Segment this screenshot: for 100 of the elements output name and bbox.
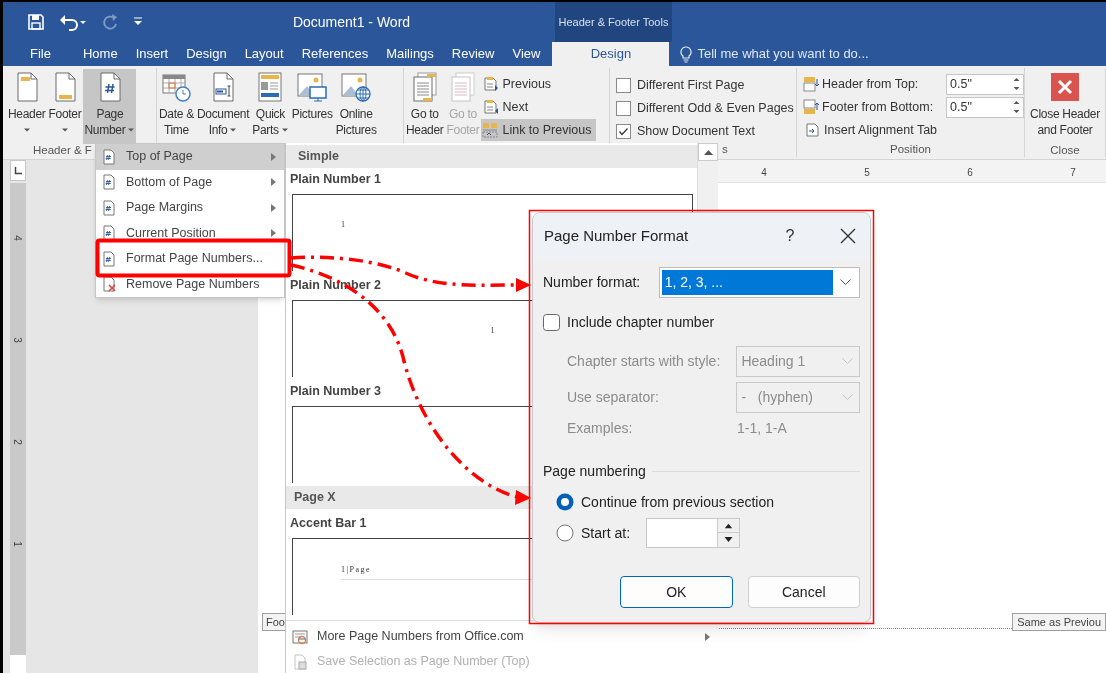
calendar-clock-icon (160, 71, 193, 103)
ribbon-tab[interactable]: Mailings (377, 42, 443, 66)
field-label: Examples: (567, 418, 634, 438)
ribbon-button[interactable]: Page Number (83, 69, 137, 144)
checkbox[interactable] (616, 123, 631, 139)
ruler-number: 4 (760, 166, 768, 180)
spin-field[interactable] (646, 518, 740, 548)
page-number-icon (101, 276, 117, 293)
dialog-button[interactable]: Cancel (747, 576, 860, 608)
picture-globe-icon (340, 71, 373, 103)
checkbox[interactable] (616, 77, 631, 93)
link-tag: Same as Previou (1012, 612, 1106, 631)
context-title: Header & Footer Tools (555, 2, 672, 42)
ribbon-tab[interactable]: Review (442, 42, 504, 66)
ribbon-tab[interactable]: Home (73, 42, 127, 66)
checkbox-label: Different First Page (637, 76, 745, 94)
ruler-number: 2 (11, 439, 24, 445)
menu-item[interactable]: Top of Page (96, 144, 284, 170)
tab-stop-icon (14, 166, 22, 175)
ribbon-button[interactable]: Next (481, 96, 597, 118)
checkbox-label: Show Document Text (637, 122, 755, 140)
link-icon (482, 122, 499, 138)
preview-label[interactable]: Accent Bar 1 (290, 514, 367, 533)
ribbon-tab[interactable]: Insert (126, 42, 178, 66)
spin-field[interactable]: 0.5" (946, 73, 1024, 95)
menu-item[interactable]: Remove Page Numbers (96, 271, 284, 297)
ribbon-tab[interactable]: Design (177, 42, 236, 66)
field-label: Header from Top: (822, 75, 920, 93)
group-label: s (722, 142, 728, 158)
ribbon-tab[interactable]: File (21, 42, 60, 66)
spin-up-icon[interactable] (718, 519, 739, 533)
ribbon-button[interactable]: Quick Parts (251, 69, 290, 144)
help-button[interactable]: ? (780, 224, 800, 248)
ribbon-button[interactable]: Link to Previous (481, 119, 597, 141)
close-x-icon (1049, 71, 1081, 103)
search-field[interactable]: Tell me what you want to do... (697, 42, 948, 66)
ruler-number: 7 (1069, 166, 1077, 180)
ribbon-tab[interactable]: References (292, 42, 378, 66)
ribbon-button[interactable]: Footer (47, 69, 83, 144)
radio-label: Continue from previous section (581, 492, 774, 512)
menu-item[interactable]: Format Page Numbers... (96, 246, 284, 272)
field-label: Number format: (543, 273, 642, 292)
section-heading: Page X (294, 489, 336, 507)
close-icon[interactable] (840, 228, 856, 244)
menu-item[interactable]: Current Position (96, 220, 284, 246)
page-number-icon (101, 148, 117, 165)
dropdown-field[interactable]: 1, 2, 3, ... (658, 267, 860, 298)
dialog-title: Page Number Format (544, 225, 690, 246)
menu-item[interactable]: Bottom of Page (96, 169, 284, 195)
group-label: Close (1050, 143, 1080, 159)
checkbox-label: Different Odd & Even Pages (637, 99, 794, 117)
menu-item[interactable]: Page Margins (96, 195, 284, 221)
menu-item[interactable]: More Page Numbers from Office.com (286, 624, 718, 649)
group-label: Position (890, 142, 931, 158)
spin-field[interactable]: 0.5" (946, 96, 1024, 118)
ribbon-button[interactable]: Pictures (290, 69, 334, 144)
scroll-up-icon[interactable] (703, 149, 713, 155)
lightbulb-icon (678, 45, 695, 63)
ruler-number: 4 (11, 235, 24, 241)
ruler-segment (10, 655, 26, 673)
preview-label[interactable]: Plain Number 1 (290, 170, 381, 189)
radio-button[interactable] (556, 493, 574, 511)
ribbon-button[interactable]: Close Header and Footer (1029, 69, 1101, 144)
ruler-number: 6 (966, 166, 974, 180)
save-icon[interactable] (27, 13, 45, 31)
ribbon-button[interactable]: Header (7, 69, 47, 144)
example-value: 1-1, 1-A (737, 418, 787, 438)
spin-arrows-icon (1013, 77, 1020, 91)
sample-number: 1 (490, 325, 495, 337)
ribbon-button[interactable]: Document Info (195, 69, 251, 144)
ruler-number: 1 (11, 541, 24, 547)
preview-label[interactable]: Plain Number 3 (290, 382, 381, 401)
dialog-button[interactable]: OK (620, 576, 733, 608)
ribbon-button[interactable]: Previous (481, 73, 597, 95)
ruler-number: 5 (863, 166, 871, 180)
undo-icon[interactable] (59, 13, 87, 31)
field-label: Footer from Bottom: (822, 98, 935, 116)
tab-selector[interactable] (10, 160, 26, 181)
caret-icon[interactable] (133, 17, 143, 27)
ribbon-tab[interactable]: Layout (235, 42, 293, 66)
page-number-icon (101, 225, 117, 242)
footer-bottom-icon (803, 99, 819, 115)
ruler-number: 3 (11, 337, 24, 343)
ribbon-button[interactable]: Date & Time (158, 69, 195, 144)
chevron-icon (839, 279, 851, 286)
ribbon-button[interactable]: Online Pictures (334, 69, 378, 144)
page-number-icon (101, 250, 117, 267)
window-title: Document1 - Word (292, 12, 411, 32)
radio-button[interactable] (556, 524, 574, 542)
page-number-icon (101, 199, 117, 216)
checkbox[interactable] (616, 100, 631, 116)
sample-number: 1 (341, 219, 345, 231)
ribbon-tab[interactable]: View (503, 42, 550, 66)
ribbon-button[interactable]: Go to Header (405, 69, 445, 144)
page-arrow-icon (482, 99, 499, 115)
ribbon-button[interactable]: Insert Alignment Tab (803, 119, 1024, 141)
checkbox[interactable] (543, 313, 560, 331)
chevron-icon (841, 394, 853, 401)
spin-down-icon[interactable] (718, 533, 739, 547)
ribbon-tab[interactable]: Design (552, 42, 670, 66)
